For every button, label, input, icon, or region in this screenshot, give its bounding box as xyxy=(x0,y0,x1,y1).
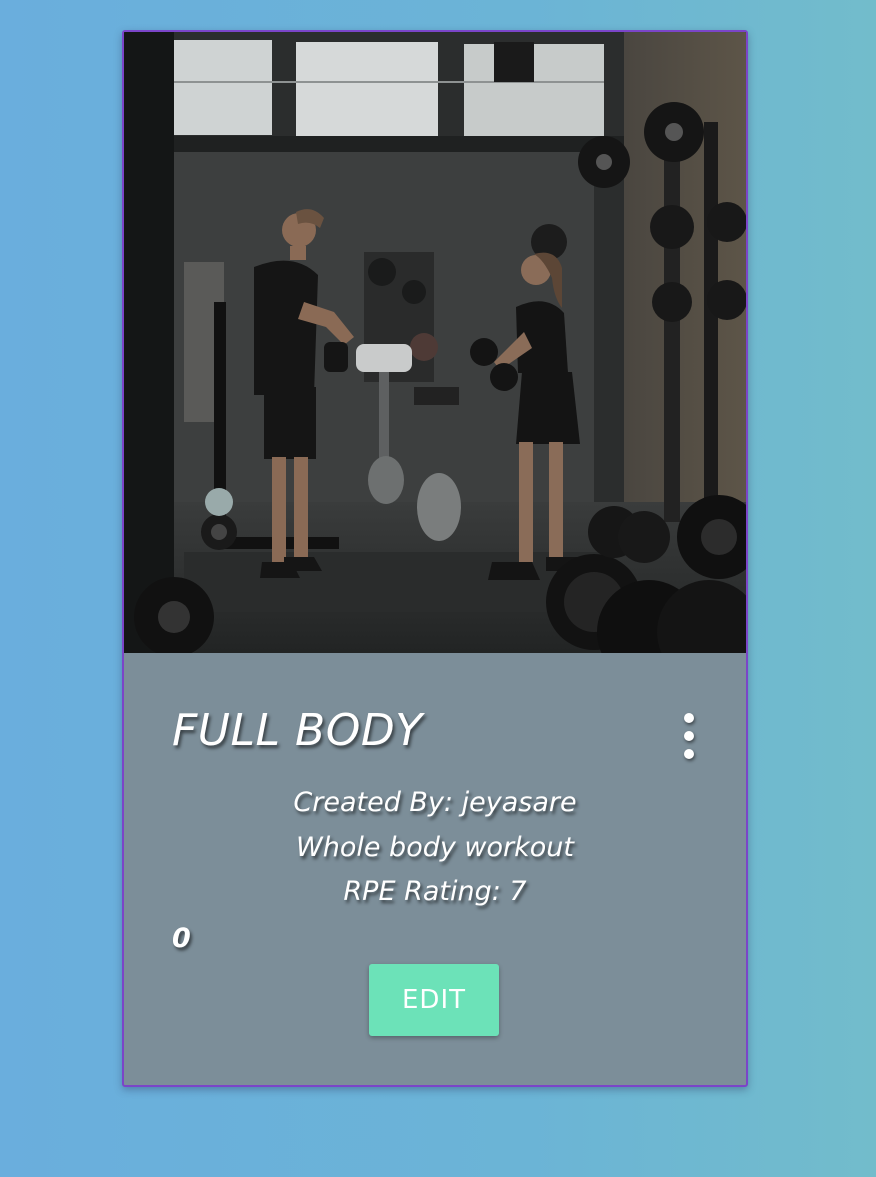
card-body: FULL BODY Created By: jeyasare Whole bod… xyxy=(124,653,746,1085)
card-title: FULL BODY xyxy=(172,705,423,756)
rpe-rating-text: RPE Rating: 7 xyxy=(343,876,527,907)
created-by-text: Created By: jeyasare xyxy=(293,787,577,818)
more-vertical-icon[interactable] xyxy=(676,713,702,759)
menu-dot xyxy=(684,749,694,759)
edit-button[interactable]: EDIT xyxy=(369,964,499,1036)
description-text: Whole body workout xyxy=(296,832,574,863)
menu-dot xyxy=(684,713,694,723)
count-text: 0 xyxy=(172,923,191,954)
workout-card: FULL BODY Created By: jeyasare Whole bod… xyxy=(122,30,748,1087)
menu-dot xyxy=(684,731,694,741)
workout-image xyxy=(124,32,746,653)
